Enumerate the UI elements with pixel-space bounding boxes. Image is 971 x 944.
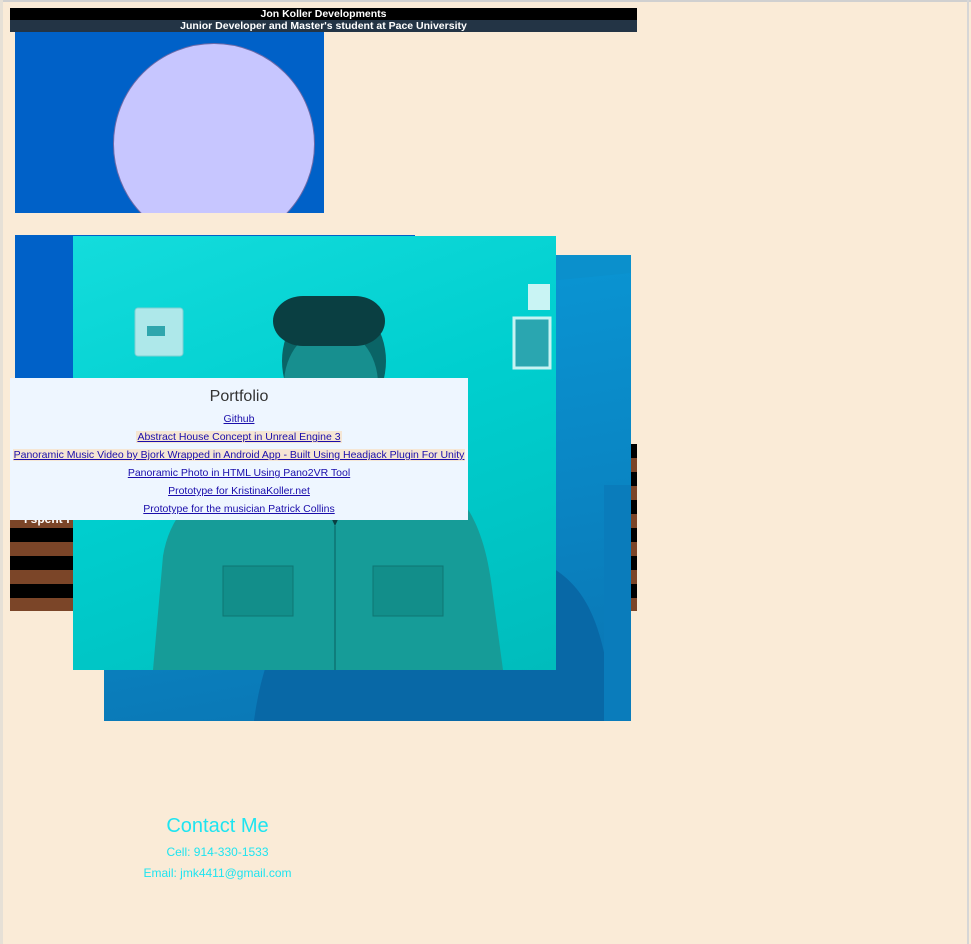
contact-email[interactable]: Email: jmk4411@gmail.com bbox=[100, 864, 335, 882]
link-panoramic-photo-label: Panoramic Photo in HTML Using Pano2VR To… bbox=[126, 467, 352, 479]
link-panoramic-photo[interactable]: Panoramic Photo in HTML Using Pano2VR To… bbox=[10, 464, 468, 482]
contact-title: Contact Me bbox=[166, 815, 269, 837]
avatar-placeholder bbox=[113, 43, 315, 213]
portfolio-title: Portfolio bbox=[209, 388, 269, 405]
portfolio-panel: Portfolio Github Abstract House Concept … bbox=[10, 378, 468, 520]
link-abstract-house-label: Abstract House Concept in Unreal Engine … bbox=[136, 431, 342, 443]
window-left-border bbox=[0, 0, 3, 944]
link-github[interactable]: Github bbox=[10, 410, 468, 428]
link-github-label: Github bbox=[222, 413, 256, 425]
link-patrick-collins-label: Prototype for the musician Patrick Colli… bbox=[142, 503, 336, 515]
link-panoramic-music-video-label: Panoramic Music Video by Bjork Wrapped i… bbox=[12, 449, 466, 461]
link-kristinakoller-label: Prototype for KristinaKoller.net bbox=[167, 485, 311, 497]
site-subtitle: Junior Developer and Master's student at… bbox=[10, 20, 637, 32]
avatar-panel bbox=[15, 32, 324, 213]
scrollbar-track[interactable] bbox=[967, 0, 969, 944]
contact-cell: Cell: 914-330-1533 bbox=[166, 845, 269, 859]
window-top-border bbox=[0, 0, 971, 2]
link-kristinakoller[interactable]: Prototype for KristinaKoller.net bbox=[10, 482, 468, 500]
link-panoramic-music-video[interactable]: Panoramic Music Video by Bjork Wrapped i… bbox=[10, 446, 468, 464]
site-title: Jon Koller Developments bbox=[10, 8, 637, 20]
page-header: Jon Koller Developments Junior Developer… bbox=[10, 8, 637, 32]
contact-section: Contact Me Cell: 914-330-1533 Email: jmk… bbox=[100, 812, 335, 882]
portfolio-link-list: Github Abstract House Concept in Unreal … bbox=[10, 410, 468, 518]
link-abstract-house[interactable]: Abstract House Concept in Unreal Engine … bbox=[10, 428, 468, 446]
link-patrick-collins[interactable]: Prototype for the musician Patrick Colli… bbox=[10, 500, 468, 518]
